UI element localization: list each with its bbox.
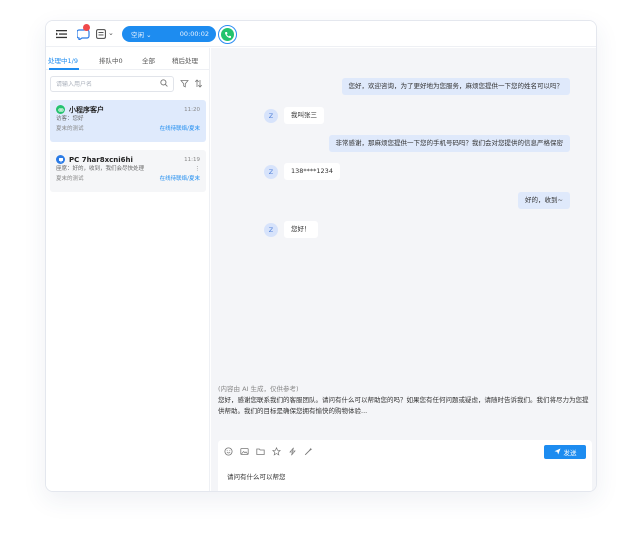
ai-suggestion[interactable]: (内容由 AI 生成，仅供参考) 您好，感谢您联系我们的客服团队。请问有什么可以… bbox=[218, 384, 592, 424]
ai-suggestion-text: 您好，感谢您联系我们的客服团队。请问有什么可以帮助您的吗？如果您有任何问题或疑虑… bbox=[218, 396, 589, 415]
list-item[interactable]: PC 7har8xcni6hi 11:19 座席：好的，收到，我们会尽快处理 ⋮… bbox=[50, 150, 206, 192]
app-window: ⌄ 空闲 ⌄ 00:00:02 处理中1/9 排队中0 全部 稍后处理 请输入用… bbox=[45, 20, 597, 492]
conversation-name: PC 7har8xcni6hi bbox=[69, 155, 133, 164]
agent-message: 非常感谢，那麻烦您提供一下您的手机号码吗？我们会对您提供的信息严格保密 bbox=[328, 135, 570, 152]
list-icon[interactable] bbox=[95, 28, 107, 40]
message-input[interactable]: 请问有什么可以帮您 bbox=[227, 471, 286, 481]
menu-icon[interactable] bbox=[55, 28, 67, 40]
conversation-preview: 座席：好的，收到，我们会尽快处理 bbox=[56, 166, 145, 172]
send-icon bbox=[554, 448, 561, 457]
active-tab-indicator bbox=[49, 68, 79, 70]
message-bubble: 您好！ bbox=[284, 221, 318, 238]
message-bubble: 好的，收到~ bbox=[518, 192, 570, 209]
tab-queue[interactable]: 排队中0 bbox=[99, 55, 123, 65]
filter-actions bbox=[180, 79, 203, 90]
chevron-down-icon[interactable]: ⌄ bbox=[108, 29, 114, 37]
composer-toolbar bbox=[224, 447, 313, 456]
filter-icon[interactable] bbox=[180, 79, 189, 90]
message-bubble: 138****1234 bbox=[284, 163, 340, 180]
agent-message: 您好，欢迎咨询，为了更好地为您服务，麻烦您提供一下您的姓名可以吗？ bbox=[341, 78, 570, 95]
conversation-time: 11:19 bbox=[184, 156, 200, 163]
conversation-status: 在线待联络/夏末 bbox=[159, 126, 200, 132]
search-icon[interactable] bbox=[160, 79, 168, 89]
ai-disclaimer: (内容由 AI 生成，仅供参考) bbox=[218, 385, 299, 393]
top-bar: ⌄ 空闲 ⌄ 00:00:02 bbox=[46, 21, 596, 47]
conversation-tabs: 处理中1/9 排队中0 全部 稍后处理 bbox=[46, 48, 210, 70]
status-label: 空闲 ⌄ bbox=[131, 31, 152, 39]
send-label: 发送 bbox=[563, 449, 577, 457]
message-bubble: 非常感谢，那麻烦您提供一下您的手机号码吗？我们会对您提供的信息严格保密 bbox=[328, 135, 570, 152]
tab-later[interactable]: 稍后处理 bbox=[172, 55, 198, 65]
conversation-panel: 处理中1/9 排队中0 全部 稍后处理 请输入用户名 小程序客户 11:20 访… bbox=[46, 48, 210, 491]
search-box bbox=[50, 76, 174, 92]
pc-client-icon bbox=[56, 155, 65, 164]
message-bubble: 您好，欢迎咨询，为了更好地为您服务，麻烦您提供一下您的姓名可以吗？ bbox=[341, 78, 570, 95]
star-icon[interactable] bbox=[272, 447, 281, 456]
quick-reply-icon[interactable] bbox=[288, 447, 297, 456]
conversation-name: 小程序客户 bbox=[69, 105, 104, 114]
tab-processing[interactable]: 处理中1/9 bbox=[48, 55, 78, 65]
call-button[interactable] bbox=[218, 25, 237, 44]
conversation-preview: 访客：您好 bbox=[56, 116, 84, 122]
user-message: 138****1234 bbox=[284, 163, 340, 180]
user-message: 您好！ bbox=[284, 221, 318, 238]
list-item[interactable]: 小程序客户 11:20 访客：您好 夏末的测试 在线待联络/夏末 bbox=[50, 100, 206, 142]
message-bubble: 我叫张三 bbox=[284, 107, 324, 124]
send-button[interactable]: 发送 bbox=[544, 445, 586, 459]
image-icon[interactable] bbox=[240, 447, 249, 456]
chat-panel: 您好，欢迎咨询，为了更好地为您服务，麻烦您提供一下您的姓名可以吗？ U Z 我叫… bbox=[211, 48, 596, 491]
conversation-status: 在线待联络/夏末 bbox=[159, 176, 200, 182]
sort-icon[interactable] bbox=[194, 79, 203, 90]
message-composer: 发送 请问有什么可以帮您 bbox=[218, 440, 592, 491]
emoji-icon[interactable] bbox=[224, 447, 233, 456]
conversation-source: 夏末的测试 bbox=[56, 126, 84, 132]
user-avatar: Z bbox=[264, 109, 278, 123]
agent-message: 好的，收到~ bbox=[518, 192, 570, 209]
agent-status-selector[interactable]: 空闲 ⌄ 00:00:02 bbox=[122, 26, 216, 42]
tab-all[interactable]: 全部 bbox=[142, 55, 155, 65]
user-message: 我叫张三 bbox=[284, 107, 324, 124]
conversation-time: 11:20 bbox=[184, 106, 200, 113]
notification-badge bbox=[83, 24, 90, 31]
phone-icon bbox=[221, 28, 234, 41]
conversation-source: 夏末的测试 bbox=[56, 176, 84, 182]
call-timer: 00:00:02 bbox=[179, 30, 209, 38]
more-icon[interactable]: ⋮ bbox=[195, 165, 201, 174]
user-avatar: Z bbox=[264, 165, 278, 179]
folder-icon[interactable] bbox=[256, 447, 265, 456]
search-input[interactable] bbox=[56, 80, 151, 88]
magic-wand-icon[interactable] bbox=[304, 447, 313, 456]
user-avatar: Z bbox=[264, 223, 278, 237]
mini-program-icon bbox=[56, 105, 65, 114]
